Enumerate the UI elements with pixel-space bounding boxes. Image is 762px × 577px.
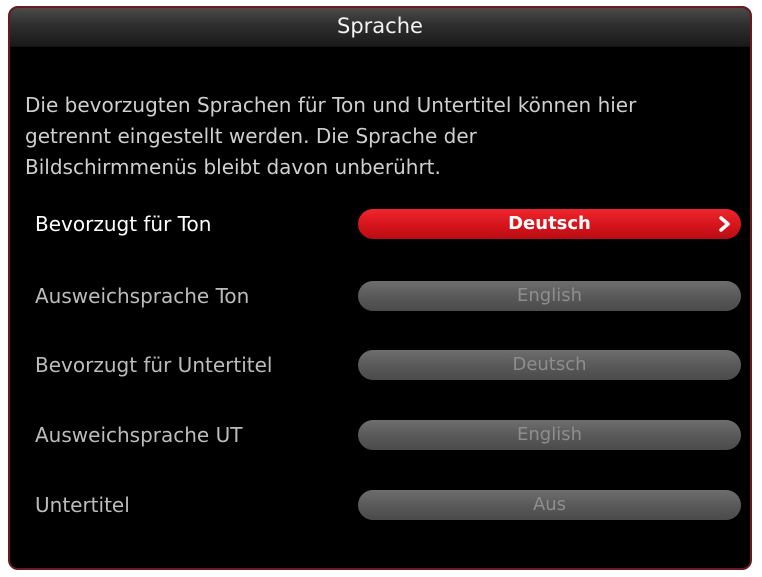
setting-value: Aus <box>532 494 567 515</box>
setting-row-fallback-audio[interactable]: Ausweichsprache Ton English <box>10 279 750 313</box>
setting-label: Ausweichsprache Ton <box>35 284 250 308</box>
setting-label: Bevorzugt für Ton <box>35 212 212 236</box>
setting-label: Bevorzugt für Untertitel <box>35 353 273 377</box>
intro-line: Bildschirmmenüs bleibt davon unberührt. <box>25 155 441 179</box>
setting-value-selector[interactable]: Deutsch <box>358 350 741 380</box>
setting-row-preferred-audio[interactable]: Bevorzugt für Ton Deutsch <box>10 207 750 241</box>
setting-value-selector[interactable]: Deutsch <box>358 209 741 239</box>
setting-value-selector[interactable]: English <box>358 281 741 311</box>
setting-label: Untertitel <box>35 493 130 517</box>
setting-value: Deutsch <box>508 213 591 234</box>
setting-label: Ausweichsprache UT <box>35 423 243 447</box>
intro-line: getrennt eingestellt werden. Die Sprache… <box>25 124 477 148</box>
setting-value: English <box>517 424 582 445</box>
setting-row-preferred-subtitles[interactable]: Bevorzugt für Untertitel Deutsch <box>10 348 750 382</box>
intro-line: Die bevorzugten Sprachen für Ton und Unt… <box>25 93 637 117</box>
setting-value-selector[interactable]: Aus <box>358 490 741 520</box>
setting-value: Deutsch <box>512 354 587 375</box>
setting-value-selector[interactable]: English <box>358 420 741 450</box>
chevron-right-icon <box>719 216 730 232</box>
dialog-titlebar: Sprache <box>10 8 750 47</box>
setting-value: English <box>517 285 582 306</box>
setting-row-fallback-subtitles[interactable]: Ausweichsprache UT English <box>10 418 750 452</box>
dialog-title: Sprache <box>337 14 423 38</box>
intro-text: Die bevorzugten Sprachen für Ton und Unt… <box>25 90 745 183</box>
setting-row-subtitles[interactable]: Untertitel Aus <box>10 488 750 522</box>
language-settings-dialog: Sprache Die bevorzugten Sprachen für Ton… <box>8 6 752 570</box>
